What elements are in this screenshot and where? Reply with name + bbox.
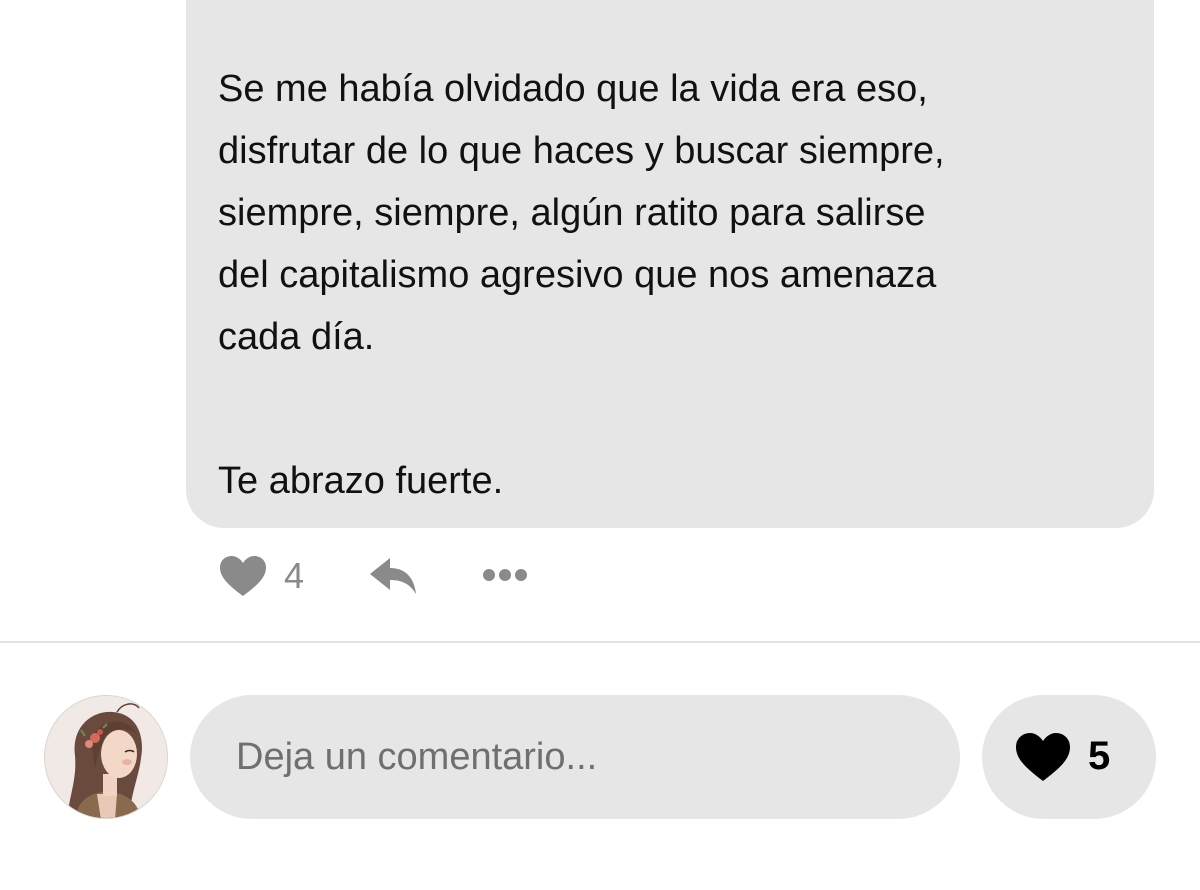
- post-like-count: 5: [1088, 734, 1111, 778]
- comment-text: Se me había olvidado que la vida era eso…: [218, 58, 1118, 368]
- like-button[interactable]: 5: [982, 695, 1156, 819]
- reply-icon[interactable]: [368, 554, 418, 598]
- comment-thread: Se me había olvidado que la vida era eso…: [0, 0, 1200, 890]
- comment-line: cada día.: [218, 316, 375, 358]
- more-icon[interactable]: [482, 566, 528, 584]
- comment-signoff: Te abrazo fuerte.: [218, 460, 504, 502]
- comment-line: siempre, siempre, algún ratito para sali…: [218, 192, 926, 234]
- avatar[interactable]: [44, 695, 168, 819]
- like-count: 4: [284, 555, 305, 596]
- comment-line: del capitalismo agresivo que nos amenaza: [218, 254, 937, 296]
- divider: [0, 641, 1200, 643]
- avatar-illustration-icon: [45, 696, 167, 818]
- comment-line: disfrutar de lo que haces y buscar siemp…: [218, 130, 945, 172]
- comment-input[interactable]: [190, 695, 960, 819]
- heart-icon: [1016, 733, 1070, 781]
- heart-icon[interactable]: [218, 554, 268, 598]
- comment-line: Se me había olvidado que la vida era eso…: [218, 68, 928, 110]
- comment-actions: 4: [218, 550, 618, 602]
